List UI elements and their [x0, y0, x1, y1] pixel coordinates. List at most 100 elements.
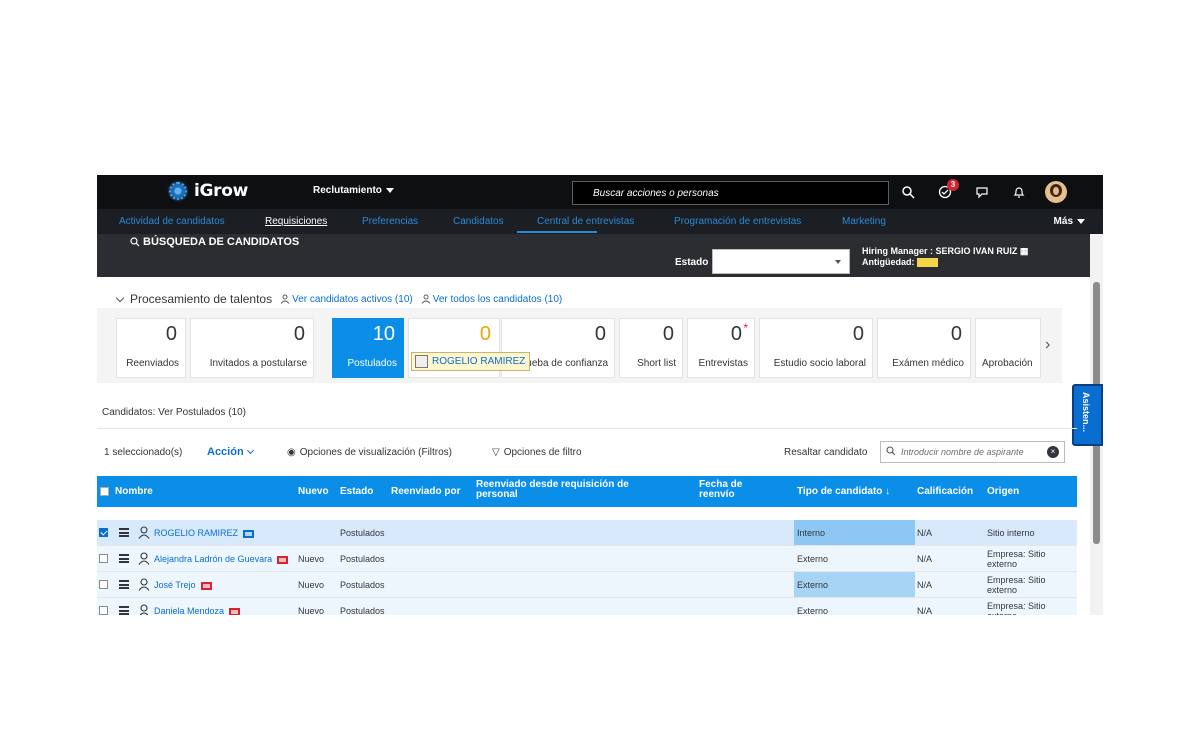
notifications-badge: 3 [947, 179, 959, 191]
row-checkbox[interactable] [99, 606, 108, 615]
tile-examen-medico[interactable]: 0 Exámen médico [877, 318, 971, 378]
nav-preferencias[interactable]: Preferencias [362, 216, 418, 227]
global-search-input[interactable]: Buscar acciones o personas [572, 181, 889, 205]
cell-origen: Empresa: Sitio externo [987, 575, 1046, 595]
candidates-caption: Candidatos: Ver Postulados (10) [102, 407, 246, 418]
cell-tipo: Externo [797, 580, 829, 590]
nav-marketing[interactable]: Marketing [842, 216, 886, 227]
nav-more-label: Más [1053, 216, 1073, 227]
tile-reenviados[interactable]: 0 Reenviados [116, 318, 186, 378]
tile-label: Reenviados [126, 358, 179, 369]
approvals-icon[interactable]: 3 [934, 179, 959, 203]
nav-candidatos[interactable]: Candidatos [453, 216, 504, 227]
table-row[interactable]: Daniela Mendoza Nuevo Postulados Externo… [97, 598, 1077, 615]
tile-invitados[interactable]: 0 Invitados a postularse [190, 318, 314, 378]
view-all-candidates-link[interactable]: Ver todos los candidatos (10) [421, 293, 563, 305]
candidate-name: Daniela Mendoza [154, 606, 225, 615]
view-options-label: Opciones de visualización (Filtros) [299, 447, 453, 458]
candidate-name: ROGELIO RAMIREZ [154, 528, 239, 538]
requisition-header: BÚSQUEDA DE CANDIDATOS Estado Hiring Man… [97, 234, 1090, 277]
cell-tipo: Interno [797, 528, 826, 538]
action-menu-button[interactable]: Acción [207, 446, 254, 458]
chevron-down-icon [1077, 219, 1085, 224]
select-all-checkbox[interactable] [100, 487, 109, 496]
module-label: Reclutamiento [313, 185, 382, 196]
candidate-name-link[interactable]: José Trejo [154, 580, 212, 590]
tile-postulados[interactable]: 10 Postulados [332, 318, 404, 378]
table-row[interactable]: ROGELIO RAMIREZ Postulados Interno N/A S… [97, 520, 1077, 546]
col-nuevo[interactable]: Nuevo [298, 486, 329, 497]
clear-icon[interactable]: × [1047, 446, 1059, 458]
drag-candidate-ghost: ROGELIO RAMIREZ [411, 352, 531, 371]
tile-count: 0 [479, 323, 491, 345]
divider [97, 428, 1077, 429]
cell-nuevo: Nuevo [298, 580, 325, 590]
nav-actividad-candidatos[interactable]: Actividad de candidatos [119, 216, 225, 227]
resume-icon[interactable] [277, 555, 289, 564]
tile-short-list[interactable]: 0 Short list [619, 318, 683, 378]
col-reenviado-por[interactable]: Reenviado por [391, 486, 460, 497]
col-estado[interactable]: Estado [340, 486, 373, 497]
table-row[interactable]: José Trejo Nuevo Postulados Externo N/A … [97, 572, 1077, 598]
filter-options-label: Opciones de filtro [503, 447, 582, 458]
row-menu-icon[interactable] [119, 554, 129, 563]
bell-icon[interactable] [1008, 181, 1030, 203]
row-menu-icon[interactable] [119, 606, 129, 615]
tile-aprobacion[interactable]: Aprobación [975, 318, 1041, 378]
row-checkbox[interactable] [99, 580, 108, 589]
candidate-search-link[interactable]: BÚSQUEDA DE CANDIDATOS [130, 236, 299, 248]
nav-central-entrevistas[interactable]: Central de entrevistas [537, 216, 634, 227]
tile-label: Exámen médico [892, 358, 964, 369]
tile-count: 0 [594, 323, 606, 345]
col-reenviado-desde[interactable]: Reenviado desde requisición de personal [476, 480, 651, 500]
candidate-name-link[interactable]: ROGELIO RAMIREZ [154, 528, 255, 538]
candidate-name-link[interactable]: Daniela Mendoza [154, 606, 241, 615]
avatar[interactable] [1045, 181, 1067, 203]
candidate-name-link[interactable]: Alejandra Ladrón de Guevara [154, 554, 289, 564]
row-menu-icon[interactable] [119, 580, 129, 589]
row-checkbox[interactable] [99, 554, 108, 563]
col-nombre[interactable]: Nombre [115, 486, 153, 497]
estado-select[interactable] [712, 249, 850, 274]
view-all-candidates-label: Ver todos los candidatos (10) [432, 293, 563, 305]
tile-count: 0 [731, 321, 748, 346]
resume-icon[interactable] [243, 529, 255, 538]
row-menu-icon[interactable] [119, 528, 129, 537]
col-fecha-reenvio[interactable]: Fecha de reenvío [699, 480, 761, 500]
igrow-app-window: iGrow Reclutamiento Buscar acciones o pe… [97, 175, 1103, 615]
search-icon[interactable] [897, 181, 919, 203]
logo-mark-icon [167, 180, 189, 202]
table-row[interactable]: Alejandra Ladrón de Guevara Nuevo Postul… [97, 546, 1077, 572]
tile-count: 0 [852, 323, 864, 345]
sort-descending-icon: ↓ [885, 486, 891, 497]
col-calificacion[interactable]: Calificación [917, 486, 973, 497]
view-options-button[interactable]: ◉ Opciones de visualización (Filtros) [287, 447, 452, 458]
chevron-right-icon[interactable]: › [1045, 336, 1050, 354]
resume-icon[interactable] [229, 607, 241, 615]
tile-entrevistas[interactable]: 0 Entrevistas [687, 318, 755, 378]
view-active-candidates-link[interactable]: Ver candidatos activos (10) [280, 294, 413, 305]
cell-calificacion: N/A [917, 606, 933, 615]
chat-icon[interactable] [971, 181, 993, 203]
resume-icon[interactable] [200, 581, 212, 590]
nav-requisiciones[interactable]: Requisiciones [265, 216, 327, 227]
cell-nuevo: Nuevo [298, 554, 325, 564]
col-tipo-candidato[interactable]: Tipo de candidato ↓ [797, 486, 890, 497]
tile-estudio-socio-laboral[interactable]: 0 Estudio socio laboral [759, 318, 873, 378]
logo[interactable]: iGrow [167, 180, 248, 202]
tile-count: 0 [165, 323, 177, 345]
filter-options-button[interactable]: ▽ Opciones de filtro [492, 447, 582, 458]
pipeline-tiles: 0 Reenviados 0 Invitados a postularse 10… [97, 308, 1062, 383]
nav-programacion-entrevistas[interactable]: Programación de entrevistas [674, 216, 801, 227]
chevron-down-icon[interactable] [115, 293, 125, 302]
antiguedad-value-box [917, 258, 939, 268]
cell-calificacion: N/A [917, 580, 933, 590]
hiring-manager-info: Hiring Manager : SERGIO IVAN RUIZ ▦ Anti… [862, 246, 1028, 268]
nav-more-button[interactable]: Más [1054, 216, 1085, 227]
row-checkbox[interactable] [99, 528, 108, 537]
module-selector[interactable]: Reclutamiento [313, 185, 394, 196]
tile-count: 0 [950, 323, 962, 345]
search-icon [130, 237, 140, 247]
highlight-candidate-input[interactable]: Introducir nombre de aspirante × [880, 441, 1065, 463]
col-origen[interactable]: Origen [987, 486, 1019, 497]
